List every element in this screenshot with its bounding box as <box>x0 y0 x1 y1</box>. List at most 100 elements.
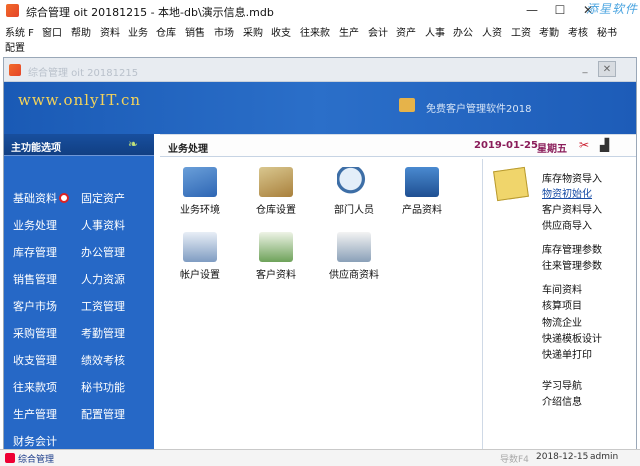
nav-income-expense[interactable]: 收支管理 <box>13 352 57 368</box>
status-app-name: 综合管理 <box>18 455 55 465</box>
tile-label: 客户资料 <box>256 270 296 281</box>
current-weekday: 星期五 <box>537 144 567 155</box>
menu-personnel[interactable]: 人资 <box>482 24 502 39</box>
menu-purchase[interactable]: 采购 <box>243 24 263 39</box>
tile-business-env[interactable]: 业务环境 <box>162 167 238 216</box>
link-accounting-items[interactable]: 核算项目 <box>542 297 582 312</box>
status-bar: 综合管理 导数F4 2018-12-15 admin <box>0 449 640 466</box>
menu-system[interactable]: 系统 F <box>5 24 34 39</box>
minimize-button[interactable]: — <box>520 1 544 19</box>
menu-business[interactable]: 业务 <box>128 24 148 39</box>
tile-label: 帐户设置 <box>180 270 220 281</box>
status-date: 2018-12-15 <box>536 452 589 462</box>
app-status-icon <box>5 453 15 463</box>
menu-help[interactable]: 帮助 <box>71 24 91 39</box>
link-import-inventory[interactable]: 库存物资导入 <box>542 170 602 185</box>
link-logistics[interactable]: 物流企业 <box>542 314 582 329</box>
link-import-suppliers[interactable]: 供应商导入 <box>542 217 592 232</box>
magnifier-icon <box>337 167 371 197</box>
child-window: 综合管理 oit 20181215 _ ✕ www.onlyIT.cn 免费客户… <box>3 57 637 466</box>
nav-human-resources[interactable]: 人力资源 <box>81 271 125 287</box>
menu-attendance[interactable]: 考勤 <box>539 24 559 39</box>
menu-appraisal[interactable]: 考核 <box>568 24 588 39</box>
link-express-template[interactable]: 快递模板设计 <box>542 330 602 345</box>
tile-department-staff[interactable]: 部门人员 <box>316 167 392 216</box>
folder-icon <box>493 166 529 202</box>
watermark: 添星软件 <box>585 2 638 16</box>
menu-secretary[interactable]: 秘书 <box>597 24 617 39</box>
link-inventory-params[interactable]: 库存管理参数 <box>542 241 602 256</box>
nav-personnel-data[interactable]: 人事资料 <box>81 217 125 233</box>
child-close-button[interactable]: ✕ <box>598 61 616 77</box>
menu-sales[interactable]: 销售 <box>185 24 205 39</box>
menu-warehouse[interactable]: 仓库 <box>156 24 176 39</box>
menu-data[interactable]: 资料 <box>100 24 120 39</box>
menu-income[interactable]: 收支 <box>271 24 291 39</box>
nav-sales[interactable]: 销售管理 <box>13 271 57 287</box>
tile-supplier-data[interactable]: 供应商资料 <box>316 232 392 281</box>
nav-business[interactable]: 业务处理 <box>13 217 57 233</box>
maximize-button[interactable]: ☐ <box>548 1 572 19</box>
nav-basic-data[interactable]: 基础资料 <box>13 190 57 206</box>
left-panel-header: 主功能选项 ❧ <box>4 134 154 156</box>
current-date: 2019-01-25 <box>474 140 538 151</box>
child-title-bar: 综合管理 oit 20181215 _ ✕ <box>4 58 636 82</box>
menu-production[interactable]: 生产 <box>339 24 359 39</box>
promo-text[interactable]: 免费客户管理软件2018 <box>426 100 531 115</box>
link-accounts-params[interactable]: 往来管理参数 <box>542 257 602 272</box>
nav-finance[interactable]: 财务会计 <box>13 433 57 449</box>
window-title: 综合管理 oit 20181215 - 本地-db\演示信息.mdb <box>26 6 274 19</box>
leaf-icon: ❧ <box>128 137 139 151</box>
menu-salary[interactable]: 工资 <box>511 24 531 39</box>
menu-assets[interactable]: 资产 <box>396 24 416 39</box>
menu-accounting[interactable]: 会计 <box>368 24 388 39</box>
customer-icon <box>259 232 293 262</box>
child-window-title: 综合管理 oit 20181215 <box>28 68 139 79</box>
nav-accounts[interactable]: 往来款项 <box>13 379 57 395</box>
nav-production[interactable]: 生产管理 <box>13 406 57 422</box>
link-learning-guide[interactable]: 学习导航 <box>542 377 582 392</box>
link-workshop-data[interactable]: 车间资料 <box>542 281 582 296</box>
warehouse-icon <box>259 167 293 197</box>
radio-icon <box>59 193 69 203</box>
link-express-print[interactable]: 快递单打印 <box>542 346 592 361</box>
tile-account-setup[interactable]: 帐户设置 <box>162 232 238 281</box>
tile-product-data[interactable]: 产品资料 <box>384 167 460 216</box>
nav-office[interactable]: 办公管理 <box>81 244 125 260</box>
nav-performance[interactable]: 绩效考核 <box>81 352 125 368</box>
tile-label: 仓库设置 <box>256 205 296 216</box>
nav-secretary[interactable]: 秘书功能 <box>81 379 125 395</box>
ledger-icon <box>183 232 217 262</box>
nav-purchase[interactable]: 采购管理 <box>13 325 57 341</box>
tile-label: 产品资料 <box>402 205 442 216</box>
menu-accounts[interactable]: 往来款 <box>300 24 330 39</box>
tile-label: 部门人员 <box>334 205 374 216</box>
link-introduction[interactable]: 介绍信息 <box>542 393 582 408</box>
nav-config[interactable]: 配置管理 <box>81 406 125 422</box>
nav-fixed-assets[interactable]: 固定资产 <box>81 190 125 206</box>
status-shortcut: 导数F4 <box>500 455 529 465</box>
website-url[interactable]: www.onlyIT.cn <box>18 91 141 109</box>
child-minimize-button[interactable]: _ <box>576 61 594 77</box>
gift-icon <box>399 98 415 112</box>
nav-inventory[interactable]: 库存管理 <box>13 244 57 260</box>
left-panel-title: 主功能选项 <box>11 143 61 154</box>
menu-market[interactable]: 市场 <box>214 24 234 39</box>
menu-office[interactable]: 办公 <box>453 24 473 39</box>
nav-customer-market[interactable]: 客户市场 <box>13 298 57 314</box>
chart-icon[interactable]: ▟ <box>600 138 614 152</box>
tile-label: 供应商资料 <box>329 270 379 281</box>
status-user: admin <box>590 452 619 462</box>
shortcut-panel: 库存物资导入 物资初始化 客户资料导入 供应商导入 库存管理参数 往来管理参数 … <box>482 159 634 465</box>
link-init-materials[interactable]: 物资初始化 <box>542 185 592 200</box>
tile-warehouse-setup[interactable]: 仓库设置 <box>238 167 314 216</box>
nav-attendance[interactable]: 考勤管理 <box>81 325 125 341</box>
tools-icon[interactable]: ✂ <box>579 138 593 152</box>
link-import-customers[interactable]: 客户资料导入 <box>542 201 602 216</box>
calculator-icon <box>405 167 439 197</box>
menu-hr[interactable]: 人事 <box>425 24 445 39</box>
menu-config[interactable]: 配置 <box>5 39 25 54</box>
nav-salary[interactable]: 工资管理 <box>81 298 125 314</box>
tile-customer-data[interactable]: 客户资料 <box>238 232 314 281</box>
menu-window[interactable]: 窗口 <box>42 24 62 39</box>
